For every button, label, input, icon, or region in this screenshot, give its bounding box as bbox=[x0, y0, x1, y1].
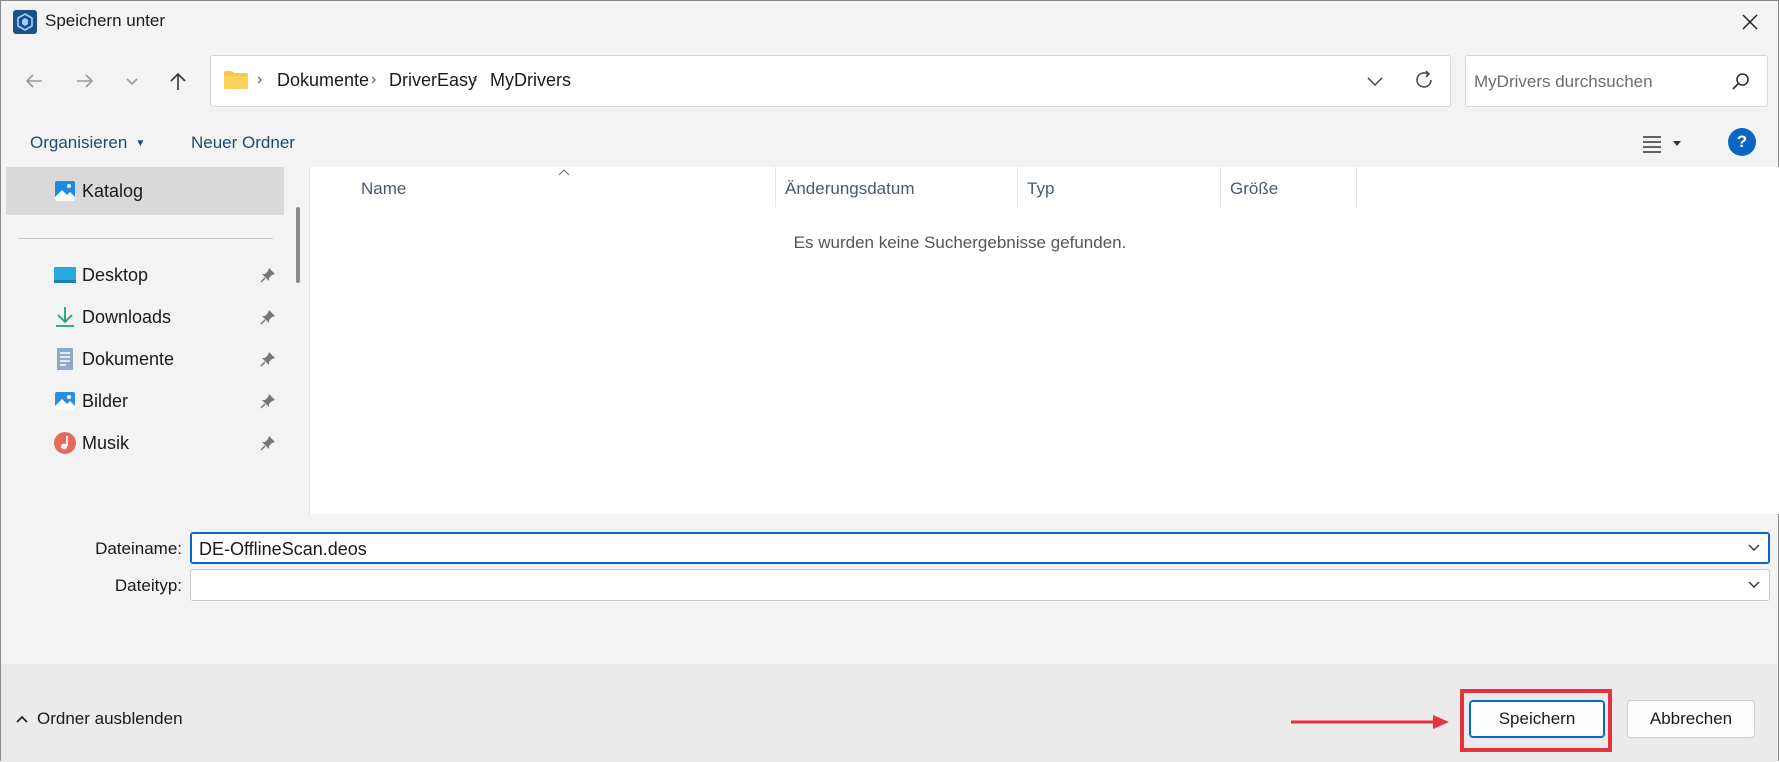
recent-locations-button[interactable] bbox=[114, 63, 150, 99]
chevron-up-icon bbox=[16, 715, 28, 723]
breadcrumb-separator: › bbox=[257, 71, 263, 88]
arrow-left-icon bbox=[25, 74, 42, 88]
sort-ascending-icon bbox=[558, 169, 570, 176]
help-button[interactable]: ? bbox=[1728, 128, 1756, 156]
arrow-right-icon bbox=[77, 74, 94, 88]
column-divider[interactable] bbox=[1220, 167, 1221, 207]
filename-label: Dateiname: bbox=[95, 539, 182, 558]
pin-icon[interactable] bbox=[260, 351, 276, 367]
breadcrumb-item-mydrivers[interactable]: MyDrivers bbox=[490, 70, 571, 91]
column-divider[interactable] bbox=[775, 167, 776, 207]
app-icon bbox=[13, 10, 37, 34]
save-as-dialog: Speichern unter › Dokumente › DriverEasy… bbox=[0, 0, 1779, 762]
window-title: Speichern unter bbox=[45, 11, 166, 30]
sidebar-item-label: Bilder bbox=[82, 390, 129, 411]
view-options-button[interactable] bbox=[1642, 131, 1694, 157]
scrollbar-thumb[interactable] bbox=[296, 207, 300, 283]
sidebar-item-label: Katalog bbox=[82, 180, 144, 201]
question-mark-icon: ? bbox=[1736, 132, 1748, 151]
list-view-icon bbox=[1643, 136, 1661, 153]
sidebar-item-downloads[interactable]: Downloads bbox=[6, 293, 284, 341]
file-list: Name Änderungsdatum Typ Größe Es wurden … bbox=[309, 167, 1779, 514]
sidebar-item-desktop[interactable]: Desktop bbox=[6, 251, 284, 299]
save-fields: Dateiname: DE-OfflineScan.deos Dateityp: bbox=[1, 514, 1778, 664]
empty-results-message: Es wurden keine Suchergebnisse gefunden. bbox=[793, 233, 1127, 252]
pictures-icon bbox=[55, 392, 75, 410]
sidebar-item-label: Downloads bbox=[82, 306, 172, 327]
breadcrumb-item-dokumente[interactable]: Dokumente bbox=[277, 70, 369, 91]
forward-button[interactable] bbox=[67, 63, 103, 99]
hide-folders-label: Ordner ausblenden bbox=[37, 709, 183, 728]
pin-icon[interactable] bbox=[260, 435, 276, 451]
column-header-type[interactable]: Typ bbox=[1027, 179, 1054, 199]
sidebar-item-dokumente[interactable]: Dokumente bbox=[6, 335, 284, 383]
organize-label: Organisieren bbox=[30, 133, 128, 152]
breadcrumb-item-drivereasy[interactable]: DriverEasy bbox=[389, 70, 477, 91]
pin-icon[interactable] bbox=[260, 267, 276, 283]
filename-field[interactable]: DE-OfflineScan.deos bbox=[190, 532, 1770, 564]
column-header-size[interactable]: Größe bbox=[1230, 179, 1278, 199]
sidebar-item-label: Desktop bbox=[82, 264, 149, 285]
gallery-icon bbox=[55, 181, 75, 201]
navigation-pane: Katalog Desktop Downloads Dokumente Bild… bbox=[1, 167, 309, 514]
cancel-button[interactable]: Abbrechen bbox=[1627, 700, 1755, 738]
close-icon bbox=[1742, 14, 1758, 30]
column-header-name[interactable]: Name bbox=[361, 179, 406, 199]
sidebar-item-label: Musik bbox=[82, 432, 130, 453]
annotation-arrow-icon bbox=[1291, 715, 1449, 729]
caret-down-icon: ▼ bbox=[135, 138, 146, 150]
navigation-scrollbar[interactable] bbox=[291, 167, 309, 514]
document-icon bbox=[57, 348, 73, 370]
pin-icon[interactable] bbox=[260, 309, 276, 325]
column-divider[interactable] bbox=[1356, 167, 1357, 207]
filetype-select[interactable] bbox=[190, 569, 1770, 601]
column-divider[interactable] bbox=[1017, 167, 1018, 207]
folder-icon bbox=[224, 71, 248, 89]
refresh-icon[interactable] bbox=[1412, 68, 1436, 92]
dialog-footer: Ordner ausblenden Speichern Abbrechen bbox=[1, 664, 1778, 762]
pin-icon[interactable] bbox=[260, 393, 276, 409]
column-header-modified[interactable]: Änderungsdatum bbox=[785, 179, 914, 199]
up-button[interactable] bbox=[160, 63, 196, 99]
command-bar: Organisieren ▼ Neuer Ordner ? bbox=[1, 119, 1778, 167]
arrow-up-icon bbox=[170, 72, 186, 90]
sidebar-item-label: Dokumente bbox=[82, 348, 175, 369]
search-icon bbox=[1732, 73, 1749, 90]
search-input[interactable]: MyDrivers durchsuchen bbox=[1465, 55, 1768, 107]
save-button[interactable]: Speichern bbox=[1469, 700, 1605, 738]
breadcrumb-separator: › bbox=[371, 71, 377, 88]
search-placeholder: MyDrivers durchsuchen bbox=[1474, 72, 1653, 91]
sidebar-item-katalog[interactable]: Katalog bbox=[6, 167, 284, 215]
sidebar-divider bbox=[18, 238, 273, 239]
music-icon bbox=[54, 432, 76, 454]
chevron-down-icon[interactable] bbox=[1747, 578, 1761, 592]
filename-value: DE-OfflineScan.deos bbox=[199, 539, 367, 559]
chevron-down-icon[interactable] bbox=[1747, 541, 1761, 555]
chevron-down-icon[interactable] bbox=[1364, 70, 1386, 92]
back-button[interactable] bbox=[16, 63, 52, 99]
download-icon bbox=[56, 307, 74, 327]
caret-down-icon bbox=[1673, 141, 1681, 146]
hide-folders-button[interactable]: Ordner ausblenden bbox=[15, 709, 183, 729]
desktop-icon bbox=[54, 267, 76, 283]
navigation-bar: › Dokumente › DriverEasy › MyDrivers MyD… bbox=[1, 43, 1778, 119]
new-folder-button[interactable]: Neuer Ordner bbox=[191, 133, 295, 153]
sidebar-item-musik[interactable]: Musik bbox=[6, 419, 284, 467]
address-bar[interactable]: › Dokumente › DriverEasy › MyDrivers bbox=[210, 55, 1451, 107]
breadcrumb-separator: › bbox=[472, 71, 478, 88]
filetype-label: Dateityp: bbox=[114, 576, 182, 595]
close-button[interactable] bbox=[1722, 1, 1778, 43]
title-bar: Speichern unter bbox=[1, 1, 1778, 43]
organize-button[interactable]: Organisieren ▼ bbox=[30, 133, 145, 153]
sidebar-item-bilder[interactable]: Bilder bbox=[6, 377, 284, 425]
chevron-down-icon bbox=[126, 78, 138, 86]
